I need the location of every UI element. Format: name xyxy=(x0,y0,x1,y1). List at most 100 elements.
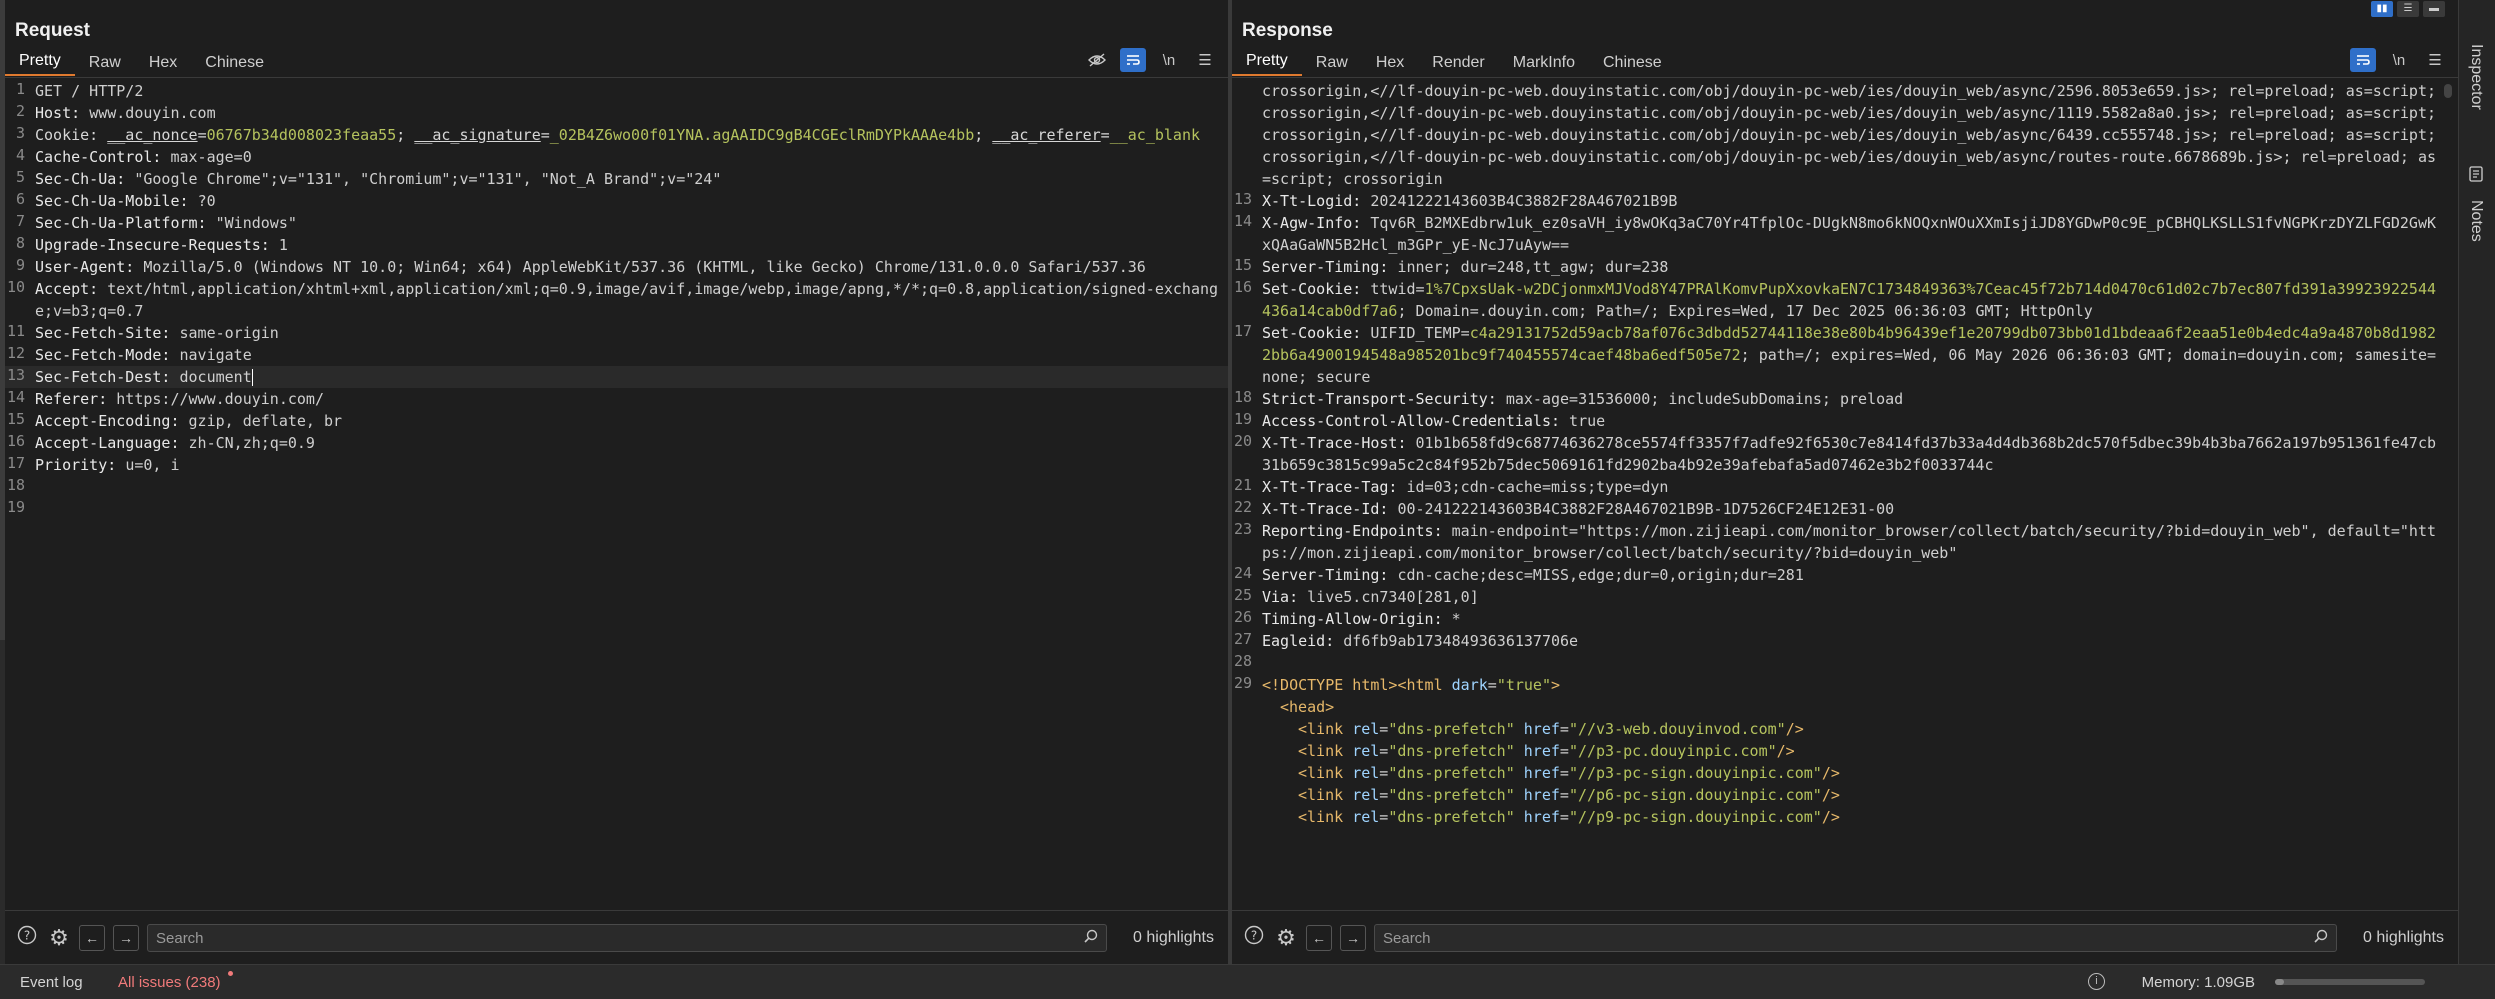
request-tab-chinese[interactable]: Chinese xyxy=(191,54,278,76)
code-line[interactable]: 14 Referer: https://www.douyin.com/ xyxy=(5,388,1228,410)
code-line[interactable]: 27 Eagleid: df6fb9ab17348493636137706e xyxy=(1232,630,2442,652)
response-tab-pretty[interactable]: Pretty xyxy=(1232,52,1302,76)
layout-stacked-icon[interactable]: ☰ xyxy=(2397,1,2419,17)
header-name: X-Tt-Trace-Id: xyxy=(1262,500,1398,518)
line-number: 28 xyxy=(1233,652,1252,670)
request-tab-pretty[interactable]: Pretty xyxy=(5,52,75,76)
html-token: "//p3-pc-sign.douyinpic.com" xyxy=(1568,764,1822,782)
response-tab-render[interactable]: Render xyxy=(1418,54,1498,76)
code-line[interactable]: <head> xyxy=(1232,696,2442,718)
menu-icon[interactable]: ☰ xyxy=(2422,48,2448,72)
code-line[interactable]: 19 xyxy=(5,498,1228,520)
menu-icon[interactable]: ☰ xyxy=(1192,48,1218,72)
previous-arrow-icon[interactable]: ← xyxy=(79,925,105,951)
request-tab-hex[interactable]: Hex xyxy=(135,54,191,76)
settings-gear-icon[interactable]: ⚙ xyxy=(1274,925,1298,951)
code-line[interactable]: 23 Reporting-Endpoints: main-endpoint="ht… xyxy=(1232,520,2442,564)
code-line[interactable]: 21 X-Tt-Trace-Tag: id=03;cdn-cache=miss;t… xyxy=(1232,476,2442,498)
response-tab-chinese[interactable]: Chinese xyxy=(1589,54,1676,76)
code-line[interactable]: 3 Cookie: __ac_nonce=06767b34d008023feaa5… xyxy=(5,124,1228,146)
event-log-button[interactable]: Event log xyxy=(20,974,83,991)
line-text: Timing-Allow-Origin: * xyxy=(1262,608,2442,630)
line-content: crossorigin,<//lf-douyin-pc-web.douyinst… xyxy=(1262,82,2436,188)
line-text: X-Agw-Info: Tqv6R_B2MXEdbrw1uk_ez0saVH_i… xyxy=(1262,212,2442,256)
html-token: = xyxy=(1379,764,1389,782)
layout-tabs-icon[interactable]: ▬ xyxy=(2423,1,2445,17)
code-line[interactable]: crossorigin,<//lf-douyin-pc-web.douyinst… xyxy=(1232,80,2442,190)
code-line[interactable]: 11 Sec-Fetch-Site: same-origin xyxy=(5,322,1228,344)
wrap-lines-icon[interactable] xyxy=(2350,48,2376,72)
response-tab-markinfo[interactable]: MarkInfo xyxy=(1499,54,1589,76)
response-tab-raw[interactable]: Raw xyxy=(1302,54,1362,76)
response-search-input[interactable]: Search xyxy=(1374,924,2338,952)
help-icon[interactable]: ? xyxy=(15,925,39,951)
code-line[interactable]: 2 Host: www.douyin.com xyxy=(5,102,1228,124)
wrap-lines-icon[interactable] xyxy=(1120,48,1146,72)
code-line[interactable]: 10 Accept: text/html,application/xhtml+xm… xyxy=(5,278,1228,322)
code-line[interactable]: 18 xyxy=(5,476,1228,498)
line-text: <link rel="dns-prefetch" href="//p3-pc.d… xyxy=(1262,740,2442,762)
code-line[interactable]: 29 <!DOCTYPE html><html dark="true"> xyxy=(1232,674,2442,696)
code-line[interactable]: <link rel="dns-prefetch" href="//p3-pc-s… xyxy=(1232,762,2442,784)
hide-nonprintable-icon[interactable] xyxy=(1084,48,1110,72)
code-line[interactable]: 4 Cache-Control: max-age=0 xyxy=(5,146,1228,168)
code-line[interactable]: 18 Strict-Transport-Security: max-age=315… xyxy=(1232,388,2442,410)
cookie-token: __ac_signature xyxy=(414,126,541,144)
previous-arrow-icon[interactable]: ← xyxy=(1306,925,1332,951)
code-line[interactable]: 9 User-Agent: Mozilla/5.0 (Windows NT 10.… xyxy=(5,256,1228,278)
info-icon[interactable]: i xyxy=(2088,973,2105,990)
code-line[interactable]: 28 xyxy=(1232,652,2442,674)
tab-underline xyxy=(5,77,1228,78)
next-arrow-icon[interactable]: → xyxy=(113,925,139,951)
code-line[interactable]: 16 Accept-Language: zh-CN,zh;q=0.9 xyxy=(5,432,1228,454)
code-line[interactable]: <link rel="dns-prefetch" href="//v3-web.… xyxy=(1232,718,2442,740)
response-scrollbar-thumb[interactable] xyxy=(2444,84,2452,98)
code-line[interactable]: 16 Set-Cookie: ttwid=1%7CpxsUak-w2DCjonmx… xyxy=(1232,278,2442,322)
newline-icon[interactable]: \n xyxy=(2386,48,2412,72)
code-line[interactable]: <link rel="dns-prefetch" href="//p3-pc.d… xyxy=(1232,740,2442,762)
code-line[interactable]: <link rel="dns-prefetch" href="//p9-pc-s… xyxy=(1232,806,2442,828)
search-icon xyxy=(1084,929,1098,947)
next-arrow-icon[interactable]: → xyxy=(1340,925,1366,951)
code-line[interactable]: 17 Set-Cookie: UIFID_TEMP=c4a29131752d59a… xyxy=(1232,322,2442,388)
code-line[interactable]: 13 Sec-Fetch-Dest: document xyxy=(5,366,1228,388)
html-token: "//p9-pc-sign.douyinpic.com" xyxy=(1568,808,1822,826)
layout-side-by-side-icon[interactable]: ▮▮ xyxy=(2371,1,2393,17)
code-line[interactable]: 1 GET / HTTP/2 xyxy=(5,80,1228,102)
notes-tab[interactable]: Notes xyxy=(2467,200,2485,242)
request-search-input[interactable]: Search xyxy=(147,924,1108,952)
code-line[interactable]: 19 Access-Control-Allow-Credentials: true xyxy=(1232,410,2442,432)
request-tab-raw[interactable]: Raw xyxy=(75,54,135,76)
code-line[interactable]: 6 Sec-Ch-Ua-Mobile: ?0 xyxy=(5,190,1228,212)
settings-gear-icon[interactable]: ⚙ xyxy=(47,925,71,951)
code-line[interactable]: 8 Upgrade-Insecure-Requests: 1 xyxy=(5,234,1228,256)
code-line[interactable]: 7 Sec-Ch-Ua-Platform: "Windows" xyxy=(5,212,1228,234)
inspector-tab[interactable]: Inspector xyxy=(2467,44,2485,110)
html-token: href xyxy=(1514,808,1560,826)
code-line[interactable]: 12 Sec-Fetch-Mode: navigate xyxy=(5,344,1228,366)
code-line[interactable]: <link rel="dns-prefetch" href="//p6-pc-s… xyxy=(1232,784,2442,806)
header-value: text/html,application/xhtml+xml,applicat… xyxy=(35,280,1219,320)
response-editor[interactable]: crossorigin,<//lf-douyin-pc-web.douyinst… xyxy=(1232,80,2442,911)
help-icon[interactable]: ? xyxy=(1242,925,1266,951)
code-line[interactable]: 5 Sec-Ch-Ua: "Google Chrome";v="131", "Ch… xyxy=(5,168,1228,190)
code-line[interactable]: 25 Via: live5.cn7340[281,0] xyxy=(1232,586,2442,608)
line-text: <!DOCTYPE html><html dark="true"> xyxy=(1262,674,2442,696)
code-line[interactable]: 20 X-Tt-Trace-Host: 01b1b658fd9c687746362… xyxy=(1232,432,2442,476)
code-line[interactable]: 13 X-Tt-Logid: 20241222143603B4C3882F28A4… xyxy=(1232,190,2442,212)
code-line[interactable]: 22 X-Tt-Trace-Id: 00-241222143603B4C3882F… xyxy=(1232,498,2442,520)
code-line[interactable]: 24 Server-Timing: cdn-cache;desc=MISS,edg… xyxy=(1232,564,2442,586)
newline-icon[interactable]: \n xyxy=(1156,48,1182,72)
code-line[interactable]: 17 Priority: u=0, i xyxy=(5,454,1228,476)
code-line[interactable]: 15 Server-Timing: inner; dur=248,tt_agw; … xyxy=(1232,256,2442,278)
code-line[interactable]: 14 X-Agw-Info: Tqv6R_B2MXEdbrw1uk_ez0saVH… xyxy=(1232,212,2442,256)
all-issues-button[interactable]: All issues (238) xyxy=(118,974,221,991)
html-token: = xyxy=(1379,808,1389,826)
html-token: = xyxy=(1379,742,1389,760)
request-editor[interactable]: 1 GET / HTTP/2 2 Host: www.douyin.com 3 Cooki… xyxy=(5,80,1228,911)
line-text: Referer: https://www.douyin.com/ xyxy=(35,388,1228,410)
header-value: * xyxy=(1451,610,1461,628)
code-line[interactable]: 26 Timing-Allow-Origin: * xyxy=(1232,608,2442,630)
code-line[interactable]: 15 Accept-Encoding: gzip, deflate, br xyxy=(5,410,1228,432)
response-tab-hex[interactable]: Hex xyxy=(1362,54,1418,76)
